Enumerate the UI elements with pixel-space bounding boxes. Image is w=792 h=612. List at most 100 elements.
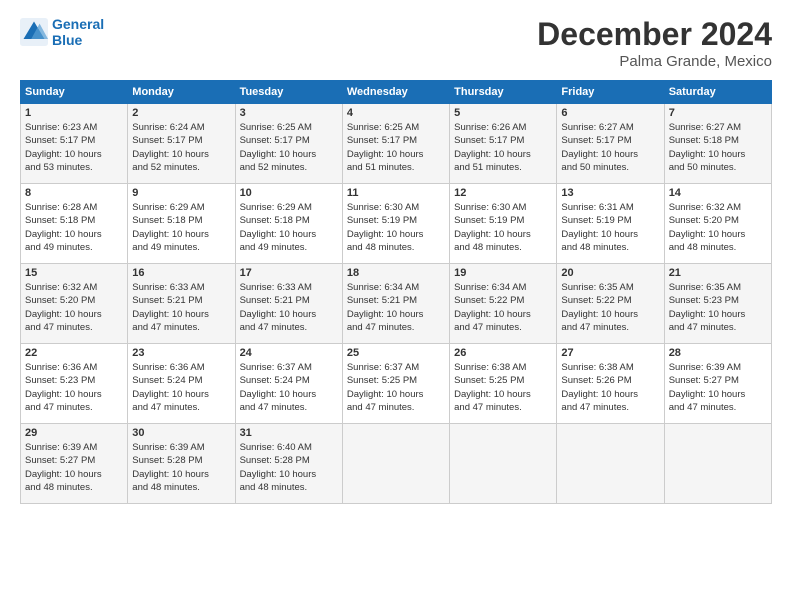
day-number: 14 <box>669 187 767 199</box>
calendar-cell: 3Sunrise: 6:25 AM Sunset: 5:17 PM Daylig… <box>235 104 342 184</box>
day-info: Sunrise: 6:35 AM Sunset: 5:22 PM Dayligh… <box>561 281 659 334</box>
calendar-cell: 18 Sunrise: 6:34 AM Sunset: 5:21 PM Dayli… <box>342 264 449 344</box>
header-row: SundayMondayTuesdayWednesdayThursdayFrid… <box>21 81 772 104</box>
day-number: 30 <box>132 427 230 439</box>
logo: General Blue <box>20 16 104 48</box>
calendar-cell: 22 Sunrise: 6:36 AM Sunset: 5:23 PM Dayli… <box>21 344 128 424</box>
week-row-2: 8 Sunrise: 6:28 AM Sunset: 5:18 PM Daylig… <box>21 184 772 264</box>
calendar-cell: 5 Sunrise: 6:26 AM Sunset: 5:17 PM Daylig… <box>450 104 557 184</box>
calendar-cell: 17Sunrise: 6:33 AM Sunset: 5:21 PM Dayli… <box>235 264 342 344</box>
calendar-cell: 7 Sunrise: 6:27 AM Sunset: 5:18 PM Daylig… <box>664 104 771 184</box>
calendar-cell <box>342 424 449 504</box>
calendar-cell <box>557 424 664 504</box>
day-number: 3 <box>240 107 338 119</box>
day-number: 1 <box>25 107 123 119</box>
calendar-cell: 21 Sunrise: 6:35 AM Sunset: 5:23 PM Dayli… <box>664 264 771 344</box>
day-info: Sunrise: 6:31 AM Sunset: 5:19 PM Dayligh… <box>561 201 659 254</box>
calendar-cell: 27 Sunrise: 6:38 AM Sunset: 5:26 PM Dayli… <box>557 344 664 424</box>
day-info: Sunrise: 6:36 AM Sunset: 5:23 PM Dayligh… <box>25 361 123 414</box>
day-info: Sunrise: 6:29 AM Sunset: 5:18 PM Dayligh… <box>240 201 338 254</box>
day-number: 8 <box>25 187 123 199</box>
week-row-1: 1 Sunrise: 6:23 AM Sunset: 5:17 PM Daylig… <box>21 104 772 184</box>
week-row-3: 15 Sunrise: 6:32 AM Sunset: 5:20 PM Dayli… <box>21 264 772 344</box>
col-header-saturday: Saturday <box>664 81 771 104</box>
day-info: Sunrise: 6:32 AM Sunset: 5:20 PM Dayligh… <box>25 281 123 334</box>
calendar-cell: 30 Sunrise: 6:39 AM Sunset: 5:28 PM Dayli… <box>128 424 235 504</box>
day-info: Sunrise: 6:36 AM Sunset: 5:24 PM Dayligh… <box>132 361 230 414</box>
calendar-cell: 2 Sunrise: 6:24 AM Sunset: 5:17 PM Daylig… <box>128 104 235 184</box>
day-number: 18 <box>347 267 445 279</box>
calendar-table: SundayMondayTuesdayWednesdayThursdayFrid… <box>20 80 772 504</box>
day-info: Sunrise: 6:34 AM Sunset: 5:21 PM Dayligh… <box>347 281 445 334</box>
day-number: 6 <box>561 107 659 119</box>
calendar-cell: 1 Sunrise: 6:23 AM Sunset: 5:17 PM Daylig… <box>21 104 128 184</box>
day-info: Sunrise: 6:38 AM Sunset: 5:25 PM Dayligh… <box>454 361 552 414</box>
day-number: 23 <box>132 347 230 359</box>
week-row-4: 22 Sunrise: 6:36 AM Sunset: 5:23 PM Dayli… <box>21 344 772 424</box>
calendar-cell: 29Sunrise: 6:39 AM Sunset: 5:27 PM Dayli… <box>21 424 128 504</box>
title-block: December 2024 Palma Grande, Mexico <box>537 16 772 70</box>
calendar-cell: 9 Sunrise: 6:29 AM Sunset: 5:18 PM Daylig… <box>128 184 235 264</box>
col-header-wednesday: Wednesday <box>342 81 449 104</box>
day-number: 25 <box>347 347 445 359</box>
day-info: Sunrise: 6:30 AM Sunset: 5:19 PM Dayligh… <box>347 201 445 254</box>
day-number: 17 <box>240 267 338 279</box>
calendar-cell: 25Sunrise: 6:37 AM Sunset: 5:25 PM Dayli… <box>342 344 449 424</box>
day-number: 31 <box>240 427 338 439</box>
col-header-tuesday: Tuesday <box>235 81 342 104</box>
day-info: Sunrise: 6:28 AM Sunset: 5:18 PM Dayligh… <box>25 201 123 254</box>
day-info: Sunrise: 6:37 AM Sunset: 5:24 PM Dayligh… <box>240 361 338 414</box>
day-number: 29 <box>25 427 123 439</box>
calendar-cell: 28Sunrise: 6:39 AM Sunset: 5:27 PM Dayli… <box>664 344 771 424</box>
day-number: 20 <box>561 267 659 279</box>
page-container: General Blue December 2024 Palma Grande,… <box>0 0 792 514</box>
calendar-cell: 26 Sunrise: 6:38 AM Sunset: 5:25 PM Dayli… <box>450 344 557 424</box>
logo-icon <box>20 18 48 46</box>
calendar-cell: 6 Sunrise: 6:27 AM Sunset: 5:17 PM Daylig… <box>557 104 664 184</box>
location: Palma Grande, Mexico <box>537 53 772 70</box>
day-number: 10 <box>240 187 338 199</box>
day-info: Sunrise: 6:40 AM Sunset: 5:28 PM Dayligh… <box>240 441 338 494</box>
day-number: 15 <box>25 267 123 279</box>
day-number: 9 <box>132 187 230 199</box>
day-number: 19 <box>454 267 552 279</box>
day-number: 7 <box>669 107 767 119</box>
day-number: 13 <box>561 187 659 199</box>
month-title: December 2024 <box>537 16 772 53</box>
day-info: Sunrise: 6:27 AM Sunset: 5:18 PM Dayligh… <box>669 121 767 174</box>
calendar-cell: 31 Sunrise: 6:40 AM Sunset: 5:28 PM Dayli… <box>235 424 342 504</box>
day-number: 2 <box>132 107 230 119</box>
day-number: 5 <box>454 107 552 119</box>
calendar-cell: 24 Sunrise: 6:37 AM Sunset: 5:24 PM Dayli… <box>235 344 342 424</box>
day-info: Sunrise: 6:29 AM Sunset: 5:18 PM Dayligh… <box>132 201 230 254</box>
day-info: Sunrise: 6:33 AM Sunset: 5:21 PM Dayligh… <box>132 281 230 334</box>
calendar-cell: 10 Sunrise: 6:29 AM Sunset: 5:18 PM Dayli… <box>235 184 342 264</box>
week-row-5: 29Sunrise: 6:39 AM Sunset: 5:27 PM Dayli… <box>21 424 772 504</box>
calendar-cell <box>664 424 771 504</box>
day-number: 28 <box>669 347 767 359</box>
day-info: Sunrise: 6:27 AM Sunset: 5:17 PM Dayligh… <box>561 121 659 174</box>
day-number: 21 <box>669 267 767 279</box>
day-info: Sunrise: 6:23 AM Sunset: 5:17 PM Dayligh… <box>25 121 123 174</box>
day-info: Sunrise: 6:35 AM Sunset: 5:23 PM Dayligh… <box>669 281 767 334</box>
calendar-cell: 4Sunrise: 6:25 AM Sunset: 5:17 PM Daylig… <box>342 104 449 184</box>
day-info: Sunrise: 6:24 AM Sunset: 5:17 PM Dayligh… <box>132 121 230 174</box>
day-info: Sunrise: 6:34 AM Sunset: 5:22 PM Dayligh… <box>454 281 552 334</box>
day-info: Sunrise: 6:39 AM Sunset: 5:28 PM Dayligh… <box>132 441 230 494</box>
calendar-cell: 23 Sunrise: 6:36 AM Sunset: 5:24 PM Dayli… <box>128 344 235 424</box>
day-number: 22 <box>25 347 123 359</box>
header: General Blue December 2024 Palma Grande,… <box>20 16 772 70</box>
day-info: Sunrise: 6:26 AM Sunset: 5:17 PM Dayligh… <box>454 121 552 174</box>
calendar-cell: 16 Sunrise: 6:33 AM Sunset: 5:21 PM Dayli… <box>128 264 235 344</box>
day-info: Sunrise: 6:38 AM Sunset: 5:26 PM Dayligh… <box>561 361 659 414</box>
day-number: 16 <box>132 267 230 279</box>
day-number: 24 <box>240 347 338 359</box>
day-number: 11 <box>347 187 445 199</box>
day-number: 27 <box>561 347 659 359</box>
calendar-cell: 8 Sunrise: 6:28 AM Sunset: 5:18 PM Daylig… <box>21 184 128 264</box>
calendar-cell: 13 Sunrise: 6:31 AM Sunset: 5:19 PM Dayli… <box>557 184 664 264</box>
day-number: 4 <box>347 107 445 119</box>
day-number: 26 <box>454 347 552 359</box>
calendar-cell: 15 Sunrise: 6:32 AM Sunset: 5:20 PM Dayli… <box>21 264 128 344</box>
calendar-cell: 11 Sunrise: 6:30 AM Sunset: 5:19 PM Dayli… <box>342 184 449 264</box>
